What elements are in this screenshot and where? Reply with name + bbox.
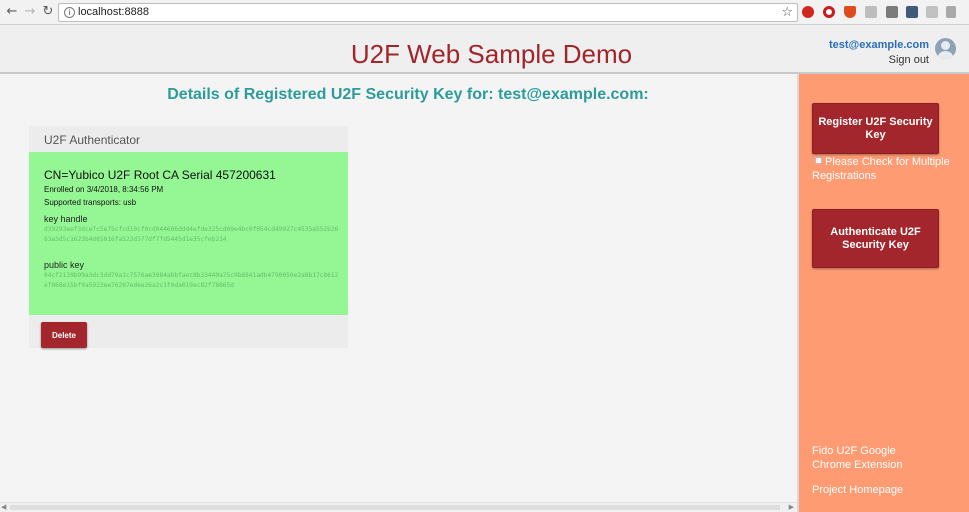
details-heading: Details of Registered U2F Security Key f… <box>167 86 649 103</box>
scrollbar-thumb[interactable] <box>10 505 780 510</box>
user-email[interactable]: test@example.com <box>829 39 929 51</box>
delete-button[interactable]: Delete <box>41 322 87 348</box>
gear-icon[interactable] <box>906 6 918 18</box>
forward-arrow-icon[interactable]: → <box>22 4 38 20</box>
site-header: U2F Web Sample Demo test@example.com Sig… <box>0 25 969 74</box>
url-text[interactable]: localhost:8888 <box>78 6 149 18</box>
main-content: Details of Registered U2F Security Key f… <box>0 74 797 502</box>
horizontal-scrollbar[interactable]: ◀ ▶ <box>0 502 797 512</box>
square-icon[interactable] <box>886 6 898 18</box>
public-key-label: public key <box>44 260 85 270</box>
person-icon[interactable] <box>926 6 938 18</box>
info-icon[interactable]: i <box>64 7 75 18</box>
browser-toolbar: ← → ↻ i localhost:8888 ☆ <box>0 0 969 25</box>
back-arrow-icon[interactable]: ← <box>4 4 20 20</box>
register-button[interactable]: Register U2F Security Key <box>812 103 939 154</box>
authenticator-card: U2F Authenticator CN=Yubico U2F Root CA … <box>29 126 348 348</box>
certificate-cn: CN=Yubico U2F Root CA Serial 457200631 <box>44 168 276 182</box>
enrolled-date: Enrolled on 3/4/2018, 8:34:56 PM <box>44 185 164 194</box>
key-handle-value: d39293eef3dce7c5e75cfcd10cf0cd044606ddd4… <box>44 226 339 243</box>
scroll-right-icon[interactable]: ▶ <box>789 503 794 511</box>
address-bar[interactable]: i localhost:8888 ☆ <box>58 3 798 22</box>
sidebar: Register U2F Security Key Please Check f… <box>797 74 969 512</box>
authenticator-title: U2F Authenticator <box>44 133 141 147</box>
reload-icon[interactable]: ↻ <box>40 4 56 20</box>
opera-icon[interactable] <box>823 6 835 18</box>
bookmark-star-icon[interactable]: ☆ <box>781 5 793 20</box>
shield-icon[interactable] <box>844 6 856 18</box>
page-title: U2F Web Sample Demo <box>350 39 633 69</box>
video-icon[interactable] <box>946 6 956 18</box>
fido-extension-link[interactable]: Fido U2F Google Chrome Extension <box>812 444 922 472</box>
key-handle-label: key handle <box>44 214 88 224</box>
supported-transports: Supported transports: usb <box>44 198 137 207</box>
g-icon[interactable] <box>865 6 877 18</box>
abp-icon[interactable] <box>802 6 814 18</box>
authenticator-details: CN=Yubico U2F Root CA Serial 457200631 E… <box>29 152 348 315</box>
authenticate-button[interactable]: Authenticate U2F Security Key <box>812 209 939 268</box>
public-key-value: 04cf2139b99a3dc3dd79a1c7576ae3984abbfaec… <box>44 272 339 289</box>
multiple-registrations-label: Please Check for Multiple Registrations <box>812 156 950 182</box>
avatar[interactable] <box>935 38 956 59</box>
sign-out-link[interactable]: Sign out <box>889 54 929 66</box>
project-homepage-link[interactable]: Project Homepage <box>812 484 903 496</box>
scroll-left-icon[interactable]: ◀ <box>1 503 6 511</box>
